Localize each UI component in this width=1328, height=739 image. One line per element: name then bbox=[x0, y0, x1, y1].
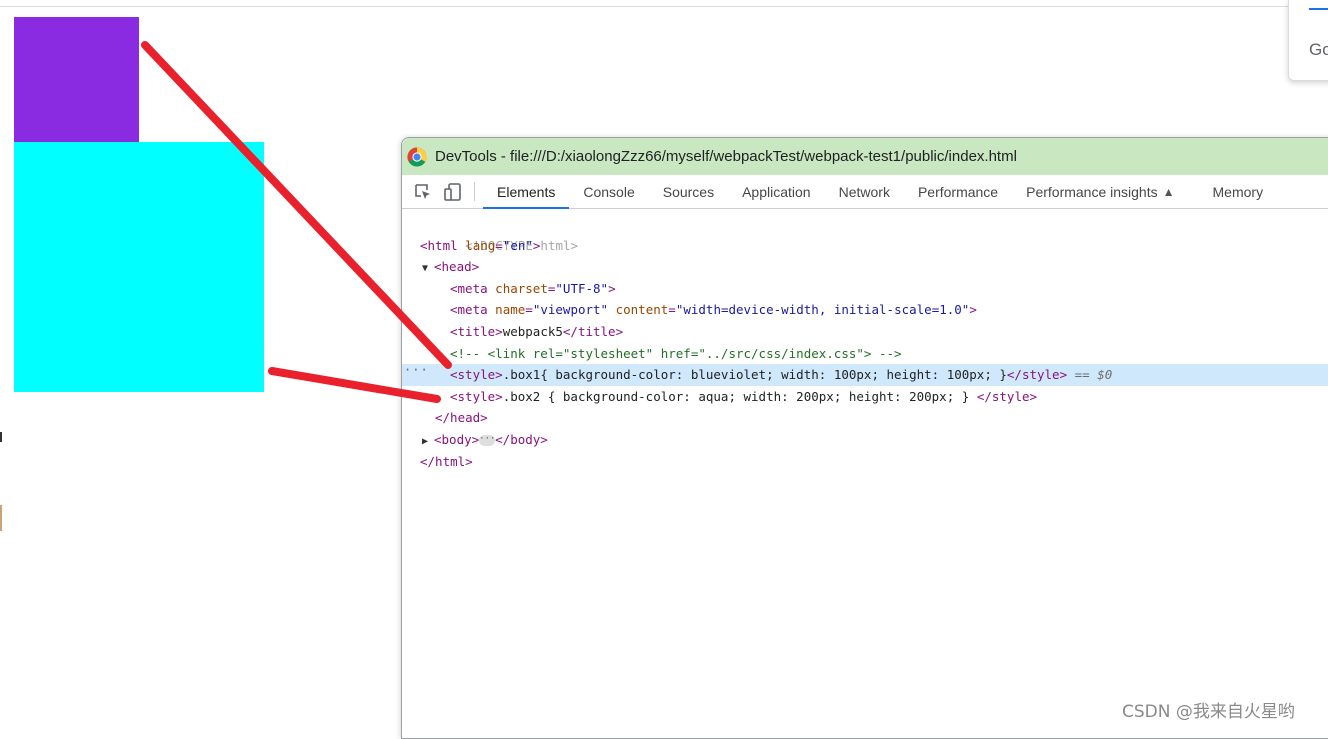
selected-marker: == $0 bbox=[1074, 367, 1113, 383]
tag-end: > bbox=[532, 237, 541, 253]
tab-label: Network bbox=[838, 183, 890, 200]
title-content: webpack5 bbox=[502, 323, 563, 339]
tag-text: <meta bbox=[450, 302, 488, 318]
popup-text: Go bbox=[1309, 40, 1328, 59]
tab-console[interactable]: Console bbox=[569, 175, 648, 208]
tag-text: <style> bbox=[450, 367, 503, 383]
devtools-title: DevTools - file:///D:/xiaolongZzz66/myse… bbox=[435, 148, 1017, 165]
tab-network[interactable]: Network bbox=[825, 175, 904, 208]
tab-label: Sources bbox=[662, 183, 715, 200]
page-left-marker bbox=[0, 432, 2, 442]
attr-name: lang bbox=[465, 237, 496, 253]
page-top-border bbox=[0, 6, 1288, 7]
tag-text: <body> bbox=[434, 431, 480, 447]
tab-label: Elements bbox=[497, 183, 556, 200]
style-content: .box1{ background-color: blueviolet; wid… bbox=[502, 367, 1007, 383]
tab-label: Performance insights bbox=[1026, 183, 1158, 200]
dom-line-head-open[interactable]: ▼ <head> bbox=[402, 256, 1328, 278]
tab-elements[interactable]: Elements bbox=[483, 175, 570, 209]
attr-value: "UTF-8" bbox=[555, 280, 609, 296]
inspect-element-icon[interactable] bbox=[408, 175, 438, 208]
tag-text: <head> bbox=[434, 259, 480, 275]
watermark-text: CSDN @我来自火星哟 bbox=[1122, 702, 1295, 722]
tab-label: Memory bbox=[1212, 183, 1264, 200]
ellipsis-icon[interactable]: ··· bbox=[479, 434, 495, 446]
attr-value: "en" bbox=[502, 237, 533, 253]
dom-line-meta-viewport[interactable]: <meta name="viewport" content="width=dev… bbox=[402, 299, 1328, 321]
devtools-title-bar[interactable]: DevTools - file:///D:/xiaolongZzz66/myse… bbox=[402, 138, 1328, 175]
flask-icon: ▲ bbox=[1162, 184, 1175, 199]
expand-triangle-icon[interactable]: ▼ bbox=[422, 258, 434, 280]
popup-accent-line bbox=[1309, 8, 1328, 10]
attr-name: content bbox=[615, 302, 669, 318]
tab-label: Application bbox=[742, 183, 811, 200]
dom-line-meta-charset[interactable]: <meta charset="UTF-8"> bbox=[402, 278, 1328, 300]
tag-text: </head> bbox=[435, 410, 488, 426]
chrome-icon bbox=[407, 147, 427, 167]
tag-text: </html> bbox=[420, 453, 473, 469]
equals-sign: = bbox=[495, 237, 503, 253]
dom-line-html-close[interactable]: </html> bbox=[402, 451, 1328, 473]
dom-line-body[interactable]: ▶ <body>···</body> bbox=[402, 429, 1328, 451]
tag-text: </style> bbox=[1006, 367, 1068, 383]
devtools-toolbar: Elements Console Sources Application Net… bbox=[402, 175, 1328, 209]
google-account-popup[interactable]: Go bbox=[1288, 0, 1328, 81]
tab-memory[interactable]: Memory bbox=[1189, 175, 1278, 208]
attr-name: charset bbox=[495, 280, 548, 296]
tab-performance[interactable]: Performance bbox=[904, 175, 1012, 208]
dom-line-style-box2[interactable]: <style>.box2 { background-color: aqua; w… bbox=[402, 386, 1328, 408]
comment-text: <!-- <link rel="stylesheet" href="../src… bbox=[450, 345, 902, 361]
box1-blueviolet bbox=[14, 17, 139, 142]
attr-name: name bbox=[495, 302, 526, 318]
tag-text: </style> bbox=[976, 388, 1038, 404]
dom-line-head-close[interactable]: </head> bbox=[402, 407, 1328, 429]
attr-value: "width=device-width, initial-scale=1.0" bbox=[675, 302, 970, 318]
equals-sign: = bbox=[525, 302, 533, 318]
box2-aqua bbox=[14, 142, 264, 392]
dom-line-doctype[interactable]: <!DOCTYPE html> bbox=[402, 213, 1328, 253]
dom-line-comment[interactable]: <!-- <link rel="stylesheet" href="../src… bbox=[402, 343, 1328, 365]
tag-text: </title> bbox=[562, 323, 624, 339]
tag-end: > bbox=[969, 302, 977, 318]
collapse-triangle-icon[interactable]: ▶ bbox=[422, 431, 434, 453]
tab-label: Console bbox=[583, 183, 635, 200]
page-left-marker-2 bbox=[0, 505, 2, 531]
tag-text: <title> bbox=[450, 323, 503, 339]
tag-text: <html bbox=[420, 237, 458, 253]
tab-label: Performance bbox=[917, 183, 999, 200]
devtools-window: DevTools - file:///D:/xiaolongZzz66/myse… bbox=[401, 137, 1328, 739]
style-content: .box2 { background-color: aqua; width: 2… bbox=[502, 388, 977, 404]
tag-text: </body> bbox=[495, 431, 548, 447]
device-toolbar-icon[interactable] bbox=[438, 175, 468, 208]
elements-dom-tree: <!DOCTYPE html> <html lang="en"> ▼ <head>… bbox=[402, 209, 1328, 472]
attr-value: "viewport" bbox=[532, 302, 609, 318]
tag-text: <style> bbox=[450, 388, 503, 404]
tab-sources[interactable]: Sources bbox=[649, 175, 728, 208]
toolbar-separator bbox=[474, 182, 475, 201]
dom-line-html-open[interactable]: <html lang="en"> bbox=[402, 235, 1328, 257]
tab-application[interactable]: Application bbox=[728, 175, 825, 208]
tag-end: > bbox=[608, 280, 616, 296]
more-options-icon[interactable]: ··· bbox=[404, 360, 429, 382]
equals-sign: = bbox=[668, 302, 676, 318]
dom-line-style-box1-selected[interactable]: ··· <style>.box1{ background-color: bluev… bbox=[402, 363, 1328, 386]
tag-text: <meta bbox=[450, 280, 488, 296]
tab-performance-insights[interactable]: Performance insights ▲ bbox=[1012, 175, 1188, 208]
dom-line-title[interactable]: <title>webpack5</title> bbox=[402, 321, 1328, 343]
